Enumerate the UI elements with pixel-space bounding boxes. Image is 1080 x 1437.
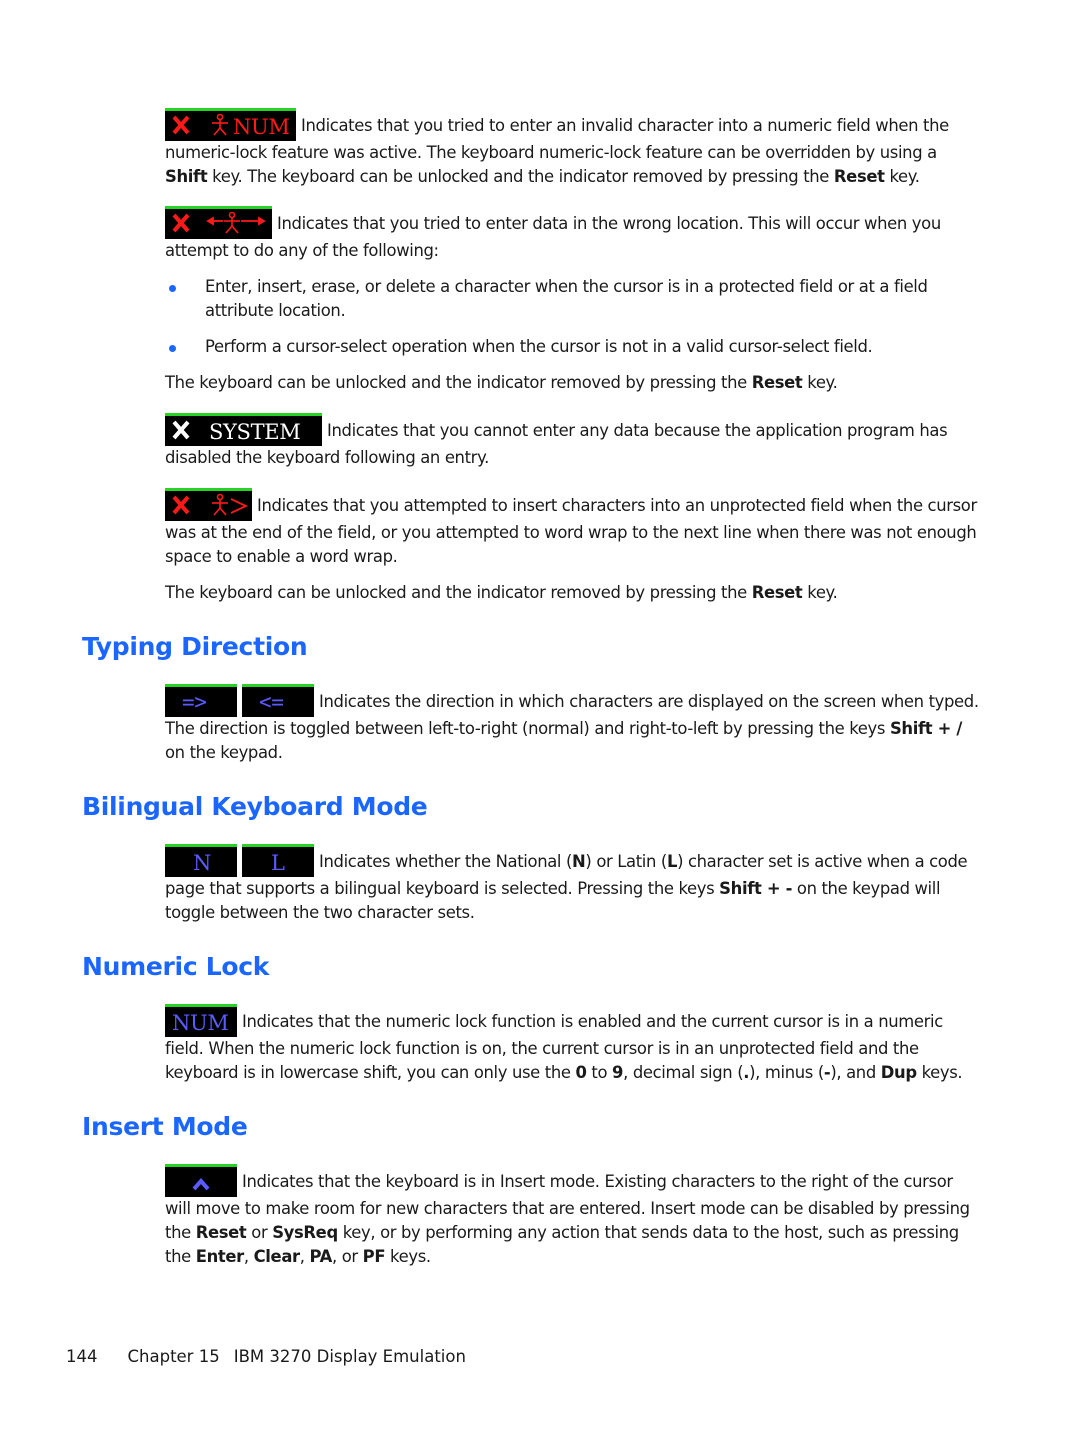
direction-ltr-indicator: => <box>165 684 237 717</box>
latin-indicator: L <box>242 844 314 877</box>
latin-text: L <box>271 851 285 875</box>
direction-rtl-indicator: <= <box>242 684 314 717</box>
overflow-section: Indicates that you attempted to insert c… <box>165 488 980 605</box>
numeric-lock-text: NUM <box>172 1011 229 1035</box>
paragraph: NUM Indicates that the numeric lock funct… <box>165 1004 980 1085</box>
overflow-indicator <box>165 488 252 521</box>
paragraph: The keyboard can be unlocked and the ind… <box>165 583 838 602</box>
x-lock-icon <box>172 420 190 440</box>
paragraph: NUM Indicates that you tried to enter an … <box>165 108 980 189</box>
person-icon <box>212 493 228 516</box>
bullet-icon <box>169 345 176 352</box>
x-lock-icon <box>172 495 190 515</box>
paragraph: Indicates that you attempted to insert c… <box>165 488 980 569</box>
bullet-list: Enter, insert, erase, or delete a charac… <box>165 275 980 359</box>
bilingual-section: N L Indicates whether the National (N) or … <box>165 844 980 925</box>
insert-indicator <box>165 1164 237 1197</box>
paragraph: N L Indicates whether the National (N) or … <box>165 844 980 925</box>
x-lock-icon <box>172 115 190 135</box>
arrow-right-icon <box>241 216 266 226</box>
page-number: 144 <box>66 1347 98 1366</box>
heading-typing-direction: Typing Direction <box>82 632 308 661</box>
system-text: SYSTEM <box>209 420 300 444</box>
arrow-left-icon <box>206 216 223 226</box>
typing-direction-section: => <= Indicates the direction in which cha… <box>165 684 980 765</box>
paragraph: Indicates that you tried to enter data i… <box>165 206 980 263</box>
system-indicator: SYSTEM <box>165 413 322 446</box>
ltr-text: => <box>182 690 207 714</box>
person-icon <box>212 113 228 136</box>
rtl-text: <= <box>259 690 284 714</box>
heading-numeric-lock: Numeric Lock <box>82 952 270 981</box>
x-lock-icon <box>172 213 190 233</box>
numeric-lock-section: NUM Indicates that the numeric lock funct… <box>165 1004 980 1085</box>
person-icon <box>224 211 240 234</box>
insert-mode-section: Indicates that the keyboard is in Insert… <box>165 1164 980 1269</box>
heading-bilingual-keyboard-mode: Bilingual Keyboard Mode <box>82 792 428 821</box>
numeric-lock-indicator: NUM <box>165 1004 237 1037</box>
wrong-location-indicator <box>165 206 272 239</box>
paragraph: => <= Indicates the direction in which cha… <box>165 684 980 765</box>
num-error-section: NUM Indicates that you tried to enter an … <box>165 108 980 189</box>
document-page: NUM Indicates that you tried to enter an … <box>0 0 1080 1437</box>
paragraph: Indicates that the keyboard is in Insert… <box>165 1164 980 1269</box>
national-indicator: N <box>165 844 237 877</box>
list-item: Enter, insert, erase, or delete a charac… <box>165 275 980 323</box>
num-text: NUM <box>233 115 290 139</box>
list-item: Perform a cursor-select operation when t… <box>165 335 980 359</box>
national-text: N <box>193 851 211 875</box>
chapter-title: IBM 3270 Display Emulation <box>233 1347 466 1366</box>
page-footer: 144 Chapter 15 IBM 3270 Display Emulation <box>66 1347 466 1366</box>
invalid-numeric-indicator: NUM <box>165 108 296 141</box>
paragraph: The keyboard can be unlocked and the ind… <box>165 373 838 392</box>
location-error-section: Indicates that you tried to enter data i… <box>165 206 980 395</box>
chapter-label: Chapter 15 <box>127 1347 220 1366</box>
paragraph: SYSTEM Indicates that you cannot enter an… <box>165 413 980 470</box>
bullet-icon <box>169 285 176 292</box>
caret-up-icon <box>192 1177 210 1191</box>
greater-than-icon <box>230 498 249 514</box>
system-section: SYSTEM Indicates that you cannot enter an… <box>165 413 980 470</box>
heading-insert-mode: Insert Mode <box>82 1112 248 1141</box>
